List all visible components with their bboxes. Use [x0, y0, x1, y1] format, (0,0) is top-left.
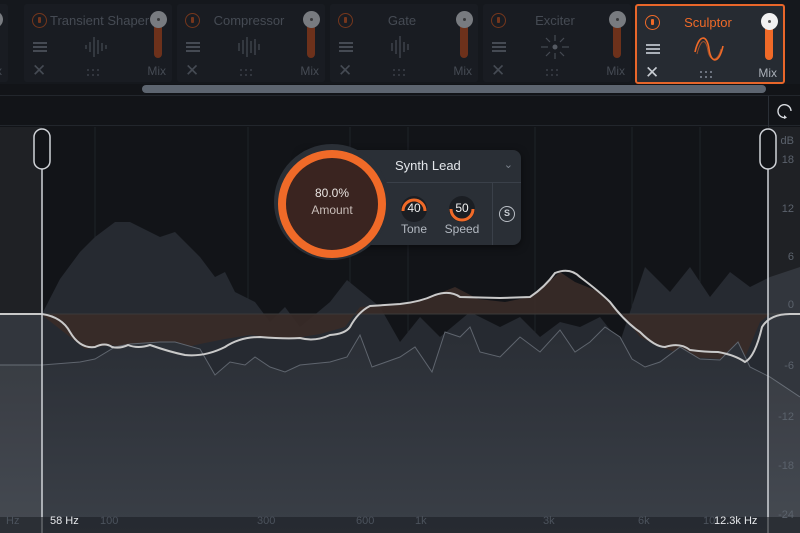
close-icon[interactable]: ✕ [185, 62, 199, 79]
db-tick: 6 [787, 251, 794, 263]
reset-icon [777, 103, 792, 119]
speed-label: Speed [444, 222, 480, 236]
mix-label: Mix [758, 66, 777, 80]
module-chain: Mix Transient Shaper ✕ Mix Compressor ✕ [0, 0, 800, 93]
power-icon[interactable] [338, 13, 353, 28]
power-icon[interactable] [185, 13, 200, 28]
mix-knob[interactable] [0, 11, 3, 28]
freq-tick: 1k [415, 515, 427, 527]
module-exciter[interactable]: Exciter ✕ Mix [483, 4, 631, 82]
drag-handle-icon[interactable] [546, 69, 560, 77]
module-title: Exciter [535, 13, 575, 28]
tone-label: Tone [400, 222, 428, 236]
power-icon[interactable] [645, 15, 660, 30]
module-compressor[interactable]: Compressor ✕ Mix [177, 4, 325, 82]
amount-value: 80.0% [314, 186, 350, 200]
freq-tick: 3k [543, 515, 555, 527]
list-icon[interactable] [339, 42, 353, 52]
spectrum-area [0, 327, 800, 533]
db-tick: -24 [778, 509, 794, 521]
mix-label: Mix [147, 64, 166, 78]
toolbar [0, 95, 800, 127]
list-icon[interactable] [492, 42, 506, 52]
power-icon[interactable] [491, 13, 506, 28]
module-sculptor[interactable]: Sculptor ✕ Mix [635, 4, 785, 84]
preset-selector[interactable]: Synth Lead [395, 158, 461, 173]
db-tick: -12 [778, 411, 794, 423]
close-icon[interactable]: ✕ [338, 62, 352, 79]
mix-knob[interactable] [761, 13, 778, 30]
db-tick: 18 [781, 154, 794, 166]
close-icon[interactable]: ✕ [645, 64, 659, 81]
drag-handle-icon[interactable] [87, 69, 101, 77]
sculptor-app: Mix Transient Shaper ✕ Mix Compressor ✕ [0, 0, 800, 533]
high-cutoff-readout: 12.3k Hz [714, 515, 758, 527]
module-title: Transient Shaper [50, 13, 150, 28]
hz-unit-label: Hz [6, 515, 20, 527]
tone-value: 40 [407, 201, 421, 215]
list-icon[interactable] [186, 42, 200, 52]
freq-tick: 600 [356, 515, 375, 527]
amount-dial[interactable]: 80.0% Amount [278, 150, 386, 258]
module-title: Compressor [213, 13, 285, 28]
high-cut-region [768, 127, 800, 533]
module-gate[interactable]: Gate ✕ Mix [330, 4, 478, 82]
low-cut-region [0, 127, 42, 533]
freq-tick: 6k [638, 515, 650, 527]
divider [382, 182, 521, 183]
module-title: Sculptor [684, 15, 732, 30]
mix-label: Mix [0, 64, 2, 78]
bars-icon [391, 36, 409, 58]
amount-label: Amount [311, 203, 353, 217]
db-tick: 0 [787, 299, 794, 311]
low-cutoff-handle[interactable] [33, 128, 51, 170]
list-icon[interactable] [33, 42, 47, 52]
db-tick: -18 [778, 460, 794, 472]
chevron-down-icon[interactable]: ⌄ [504, 158, 513, 171]
divider [492, 182, 493, 245]
mix-label: Mix [300, 64, 319, 78]
db-unit-label: dB [780, 135, 794, 147]
mix-knob[interactable] [609, 11, 626, 28]
reset-button[interactable] [768, 96, 800, 127]
power-icon[interactable] [32, 13, 47, 28]
bars-icon [238, 37, 260, 57]
freq-tick: 100 [100, 515, 119, 527]
module-transient-shaper[interactable]: Transient Shaper ✕ Mix [24, 4, 172, 82]
drag-handle-icon[interactable] [393, 69, 407, 77]
drag-handle-icon[interactable] [240, 69, 254, 77]
low-cutoff-readout: 58 Hz [50, 515, 79, 527]
module-title: Gate [387, 13, 417, 28]
drag-handle-icon[interactable] [700, 71, 714, 79]
mix-knob[interactable] [456, 11, 473, 28]
mix-label: Mix [606, 64, 625, 78]
db-tick: 12 [781, 203, 794, 215]
sparkle-icon [541, 35, 569, 59]
high-cutoff-handle[interactable] [759, 128, 777, 170]
bars-icon [85, 37, 107, 57]
tone-knob[interactable]: 40 [399, 194, 429, 224]
list-icon[interactable] [646, 44, 660, 54]
freq-tick: 300 [257, 515, 276, 527]
module-card[interactable]: Mix [0, 4, 8, 82]
mix-knob[interactable] [150, 11, 167, 28]
speed-knob[interactable]: 50 [447, 194, 477, 224]
mix-label: Mix [453, 64, 472, 78]
close-icon[interactable]: ✕ [491, 62, 505, 79]
mix-knob[interactable] [303, 11, 320, 28]
close-icon[interactable]: ✕ [32, 62, 46, 79]
module-scrollbar[interactable] [142, 85, 766, 93]
db-tick: -6 [784, 360, 794, 372]
solo-button[interactable]: S [499, 206, 515, 222]
speed-value: 50 [455, 201, 469, 215]
sine-wave-icon [694, 37, 724, 61]
